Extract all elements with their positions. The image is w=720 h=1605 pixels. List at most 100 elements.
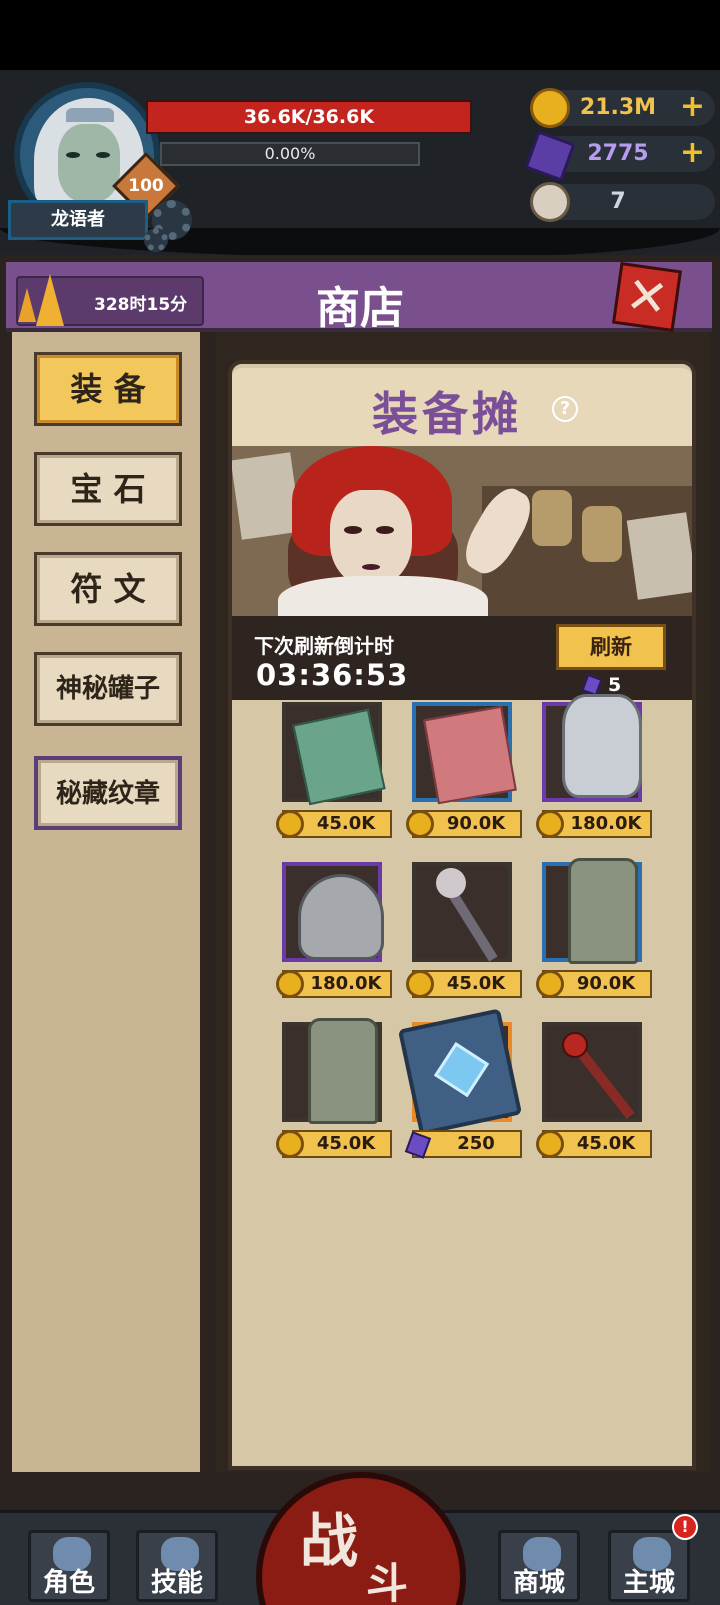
item-price: 250 — [457, 1133, 495, 1154]
fight-label-1: 战 — [300, 1507, 359, 1575]
item-frame — [282, 702, 386, 806]
refresh-button[interactable]: 刷新 — [556, 624, 666, 670]
shop-item-rune-tome[interactable]: 250 — [397, 1008, 532, 1170]
horn-counter: 7 — [550, 184, 715, 220]
nav-character-label: 角色 — [42, 1568, 95, 1598]
player-name-plate: 龙语者 — [8, 200, 148, 240]
price-tag: 90.0K — [536, 970, 652, 998]
settings-gear-small-icon — [144, 228, 168, 252]
add-gem-button[interactable]: + — [680, 136, 705, 170]
ram-horn-icon — [530, 182, 570, 222]
close-icon: ✕ — [622, 265, 672, 329]
shop-item-cloth-pants-blue[interactable]: 90.0K — [532, 858, 662, 1010]
gold-coin-icon — [276, 810, 304, 838]
gem-value: 2775 — [587, 141, 649, 166]
fight-label-2: 斗 — [366, 1559, 409, 1605]
category-hidden-emblem[interactable]: 秘藏纹章 — [34, 756, 182, 830]
avatar-face — [58, 124, 120, 202]
shop-item-red-scroll[interactable]: 90.0K — [402, 702, 532, 850]
close-button[interactable]: ✕ — [611, 261, 683, 333]
refresh-countdown-label: 下次刷新倒计时 — [254, 634, 394, 658]
chainmail-hood-icon — [298, 874, 384, 960]
category-gems[interactable]: 宝 石 — [34, 452, 182, 526]
shop-item-red-staff[interactable]: 45.0K — [532, 1022, 662, 1170]
item-frame — [542, 858, 642, 964]
price-tag: 90.0K — [406, 810, 522, 838]
horn-value: 7 — [610, 189, 626, 214]
nav-mall[interactable]: 商城 — [498, 1530, 580, 1602]
nav-skills[interactable]: 技能 — [136, 1530, 218, 1602]
refresh-cost-value: 5 — [608, 674, 622, 696]
item-frame — [282, 1018, 382, 1124]
shop-item-skull-staff[interactable]: 45.0K — [402, 862, 532, 1010]
help-icon[interactable]: ? — [552, 396, 578, 422]
gem-counter: 2775 + — [550, 136, 715, 172]
rune-crystal-icon — [433, 1041, 490, 1098]
gold-coin-icon — [406, 970, 434, 998]
red-scroll-icon — [423, 705, 517, 805]
gold-counter: 21.3M + — [550, 90, 715, 126]
gold-coin-icon — [536, 970, 564, 998]
rank-up-arrow-icon — [18, 270, 78, 330]
refresh-countdown-timer: 03:36:53 — [256, 658, 409, 692]
wall-paper — [626, 512, 692, 600]
nav-character[interactable]: 角色 — [28, 1530, 110, 1602]
shop-item-chainmail-hood[interactable]: 180.0K — [272, 862, 402, 1010]
avatar-crown — [66, 108, 114, 122]
item-frame — [542, 694, 642, 802]
add-gold-button[interactable]: + — [680, 90, 705, 124]
nav-city-label: 主城 — [622, 1568, 675, 1598]
item-frame — [282, 862, 384, 962]
red-orb-icon — [562, 1032, 588, 1058]
hp-value: 36.6K/36.6K — [243, 106, 375, 128]
price-tag: 250 — [404, 1130, 522, 1159]
gold-coin-icon — [276, 970, 304, 998]
item-frame — [397, 1008, 523, 1136]
shop-item-green-scroll[interactable]: 45.0K — [272, 702, 402, 850]
stall-title: 装备摊 — [372, 387, 522, 441]
hp-bar: 36.6K/36.6K — [146, 100, 472, 134]
player-level: 100 — [128, 176, 164, 196]
xp-value: 0.00% — [264, 144, 316, 163]
merchant-illustration — [232, 446, 692, 616]
pants-icon — [568, 858, 638, 964]
item-frame — [412, 702, 517, 805]
price-tag: 45.0K — [276, 1130, 392, 1158]
skull-icon — [436, 868, 466, 898]
shop-timer: 328时15分 — [94, 295, 188, 315]
item-grid: 45.0K 90.0K 180.0K 180.0K 45.0K 90.0K 45… — [232, 694, 692, 1182]
nav-city[interactable]: 主城 — [608, 1530, 690, 1602]
gold-coin-icon — [276, 1130, 304, 1158]
rune-tome-icon — [397, 1008, 523, 1136]
price-tag: 45.0K — [536, 1130, 652, 1158]
notification-badge: ! — [672, 1514, 698, 1540]
shop-title: 商店 — [316, 283, 404, 334]
gold-coin-icon — [406, 810, 434, 838]
nav-skills-label: 技能 — [150, 1568, 203, 1598]
gold-coin-icon — [530, 88, 570, 128]
pants-icon — [308, 1018, 378, 1124]
purple-gem-icon — [581, 673, 603, 697]
status-bar-area — [0, 0, 720, 70]
gold-value: 21.3M — [579, 95, 657, 120]
shop-item-plate-armor[interactable]: 180.0K — [532, 694, 662, 850]
gold-coin-icon — [536, 1130, 564, 1158]
category-runes[interactable]: 符 文 — [34, 552, 182, 626]
category-equipment[interactable]: 装 备 — [34, 352, 182, 426]
price-tag: 45.0K — [406, 970, 522, 998]
jar — [532, 490, 572, 546]
item-frame — [412, 862, 512, 962]
green-scroll-icon — [292, 708, 386, 806]
gold-coin-icon — [536, 810, 564, 838]
shop-item-cloth-pants[interactable]: 45.0K — [272, 1018, 402, 1170]
plate-armor-icon — [562, 694, 642, 798]
jar — [582, 506, 622, 562]
price-tag: 45.0K — [276, 810, 392, 838]
price-tag: 180.0K — [276, 970, 392, 998]
avatar-eye-left — [66, 152, 80, 158]
item-frame — [542, 1022, 642, 1122]
category-mystery-jar[interactable]: 神秘罐子 — [34, 652, 182, 726]
price-tag: 180.0K — [536, 810, 652, 838]
avatar-eye-right — [96, 152, 110, 158]
player-name: 龙语者 — [51, 209, 105, 230]
